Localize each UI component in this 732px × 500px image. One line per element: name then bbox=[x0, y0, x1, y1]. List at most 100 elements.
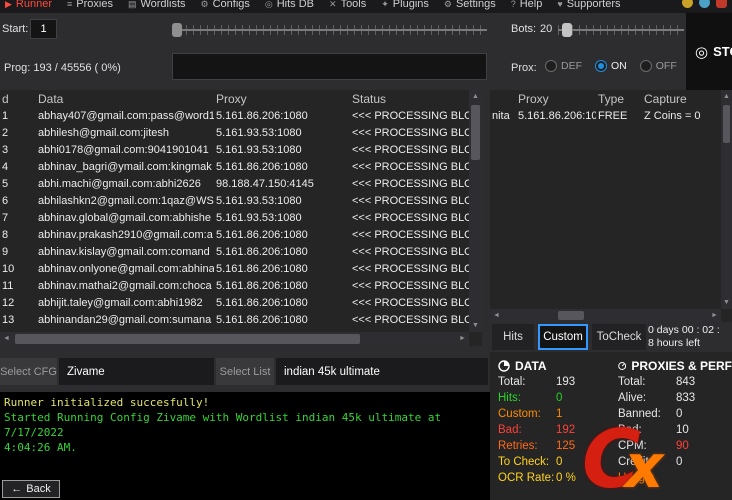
prox-option-label: OFF bbox=[656, 60, 677, 72]
scrollbar-thumb[interactable] bbox=[723, 105, 730, 143]
col-header-type[interactable]: Type bbox=[596, 90, 642, 108]
cell-status: <<< PROCESSING BLOC bbox=[350, 108, 469, 125]
scroll-up-icon[interactable]: ▲ bbox=[721, 90, 732, 103]
table-row[interactable]: 13 abhinandan29@gmail.com:sumana 5.161.8… bbox=[0, 312, 469, 329]
menu-item-proxies[interactable]: ≡ Proxies bbox=[67, 0, 113, 12]
cell-data: abhinav_bagri@ymail.com:kingmak bbox=[36, 159, 214, 176]
menu-item-wordlists[interactable]: ▤ Wordlists bbox=[128, 0, 186, 12]
stop-button[interactable]: ◎ STOP bbox=[686, 13, 732, 90]
horizontal-scrollbar[interactable]: ◄ ► bbox=[0, 332, 469, 346]
prox-option-label: ON bbox=[611, 60, 627, 72]
table-row[interactable]: 1 abhay407@gmail.com:pass@word1 5.161.86… bbox=[0, 108, 469, 125]
scrollbar-thumb[interactable] bbox=[558, 311, 584, 320]
table-row[interactable]: 11 abhinav.mathai2@gmail.com:choca 5.161… bbox=[0, 278, 469, 295]
menu-item-plugins[interactable]: ✦ Plugins bbox=[381, 0, 429, 12]
cell-data: abhilashkn2@gmail.com:1qaz@WS bbox=[36, 193, 214, 210]
horizontal-scrollbar[interactable]: ◄ ► bbox=[490, 309, 721, 322]
cell-proxy: 98.188.47.150:4145 bbox=[214, 176, 350, 193]
menu-item-settings[interactable]: ⚙ Settings bbox=[444, 0, 496, 12]
scroll-down-icon[interactable]: ▼ bbox=[721, 296, 732, 309]
menu-label: Settings bbox=[456, 0, 496, 12]
cell-proxy: 5.161.86.206:1080 bbox=[214, 278, 350, 295]
prox-option-label: DEF bbox=[561, 60, 582, 72]
table-row[interactable]: 4 abhinav_bagri@ymail.com:kingmak 5.161.… bbox=[0, 159, 469, 176]
scroll-right-icon[interactable]: ► bbox=[456, 332, 469, 346]
col-header-proxy[interactable]: Proxy bbox=[214, 90, 350, 108]
scrollbar-thumb[interactable] bbox=[471, 105, 480, 160]
vertical-scrollbar[interactable]: ▲ ▼ bbox=[469, 90, 482, 332]
col-header-capture[interactable]: Capture bbox=[642, 90, 721, 108]
cell-id: 3 bbox=[0, 142, 36, 159]
scroll-down-icon[interactable]: ▼ bbox=[469, 319, 482, 332]
wordlist-name-input[interactable] bbox=[276, 358, 488, 385]
start-input[interactable] bbox=[30, 19, 57, 39]
stat-retries: Retries:125 bbox=[498, 438, 612, 454]
bots-slider[interactable] bbox=[558, 21, 684, 39]
table-row[interactable]: 8 abhinav.prakash2910@gmail.com:a 5.161.… bbox=[0, 227, 469, 244]
col-header-data[interactable]: Data bbox=[36, 90, 214, 108]
scroll-left-icon[interactable]: ◄ bbox=[490, 309, 503, 322]
cell-status: <<< PROCESSING BLOC bbox=[350, 278, 469, 295]
slider-thumb[interactable] bbox=[172, 23, 182, 37]
supporters-icon: ♥ bbox=[557, 0, 562, 12]
help-icon: ? bbox=[511, 0, 516, 12]
table-row[interactable]: 12 abhijit.taley@gmail.com:abhi1982 5.16… bbox=[0, 295, 469, 312]
cell-id: 13 bbox=[0, 312, 36, 329]
scrollbar-thumb[interactable] bbox=[15, 334, 360, 344]
vertical-scrollbar[interactable]: ▲ ▼ bbox=[721, 90, 732, 309]
power-icon[interactable] bbox=[716, 0, 727, 8]
menu-item-configs[interactable]: ⚙ Configs bbox=[201, 0, 250, 12]
table-row[interactable]: 9 abhinav.kislay@gmail.com:comand 5.161.… bbox=[0, 244, 469, 261]
cell-proxy: 5.161.86.206:1080 bbox=[214, 159, 350, 176]
col-header-id[interactable]: d bbox=[0, 90, 36, 108]
slider-track[interactable] bbox=[558, 29, 684, 31]
select-wordlist-button[interactable]: Select List bbox=[216, 358, 274, 385]
slider-track[interactable] bbox=[172, 29, 487, 31]
timer: 0 days 00 : 02 : 8 hours left bbox=[648, 324, 720, 350]
slider-thumb[interactable] bbox=[562, 23, 572, 37]
table-row[interactable]: 6 abhilashkn2@gmail.com:1qaz@WS 5.161.93… bbox=[0, 193, 469, 210]
scrollbar-track[interactable] bbox=[469, 103, 482, 319]
col-header-data-tail[interactable] bbox=[490, 90, 516, 108]
menu-item-tools[interactable]: ✕ Tools bbox=[329, 0, 366, 12]
menu-label: Wordlists bbox=[140, 0, 185, 12]
config-bar: Select CFG Select List bbox=[0, 352, 490, 392]
prox-option-off[interactable]: OFF bbox=[640, 60, 677, 72]
col-header-status[interactable]: Status bbox=[350, 90, 469, 108]
tab-hits[interactable]: Hits bbox=[492, 324, 534, 350]
table-row[interactable]: 10 abhinav.onlyone@gmail.com:abhina 5.16… bbox=[0, 261, 469, 278]
scrollbar-track[interactable] bbox=[503, 309, 708, 322]
menu-item-runner[interactable]: ▶ Runner bbox=[5, 0, 52, 12]
table-row[interactable]: nita 5.161.86.206:1080 FREE Z Coins = 0 bbox=[490, 108, 721, 125]
coin-icon[interactable] bbox=[682, 0, 693, 8]
tab-custom[interactable]: Custom bbox=[538, 324, 588, 350]
stat-credit: Credit:0 bbox=[618, 454, 732, 470]
scrollbar-track[interactable] bbox=[721, 103, 732, 296]
scroll-left-icon[interactable]: ◄ bbox=[0, 332, 13, 346]
table-row[interactable]: 7 abhinav.global@gmail.com:abhishe 5.161… bbox=[0, 210, 469, 227]
col-header-proxy[interactable]: Proxy bbox=[516, 90, 596, 108]
tab-tocheck[interactable]: ToCheck bbox=[592, 324, 646, 350]
scroll-up-icon[interactable]: ▲ bbox=[469, 90, 482, 103]
table-row[interactable]: 5 abhi.machi@gmail.com:abhi2626 98.188.4… bbox=[0, 176, 469, 193]
scroll-right-icon[interactable]: ► bbox=[708, 309, 721, 322]
select-config-button[interactable]: Select CFG bbox=[0, 358, 57, 385]
table-row[interactable]: 2 abhilesh@gmail.com:jitesh 5.161.93.53:… bbox=[0, 125, 469, 142]
config-name-input[interactable] bbox=[59, 358, 214, 385]
table-row[interactable]: 3 abhi0178@gmail.com:9041901041 5.161.93… bbox=[0, 142, 469, 159]
cell-id: 1 bbox=[0, 108, 36, 125]
prox-option-def[interactable]: DEF bbox=[545, 60, 582, 72]
info-icon[interactable] bbox=[699, 0, 710, 8]
menu-label: Hits DB bbox=[277, 0, 314, 12]
menu-item-supporters[interactable]: ♥ Supporters bbox=[557, 0, 620, 12]
start-slider[interactable] bbox=[172, 21, 487, 39]
menu-item-hitsdb[interactable]: ◎ Hits DB bbox=[265, 0, 314, 12]
prox-option-on[interactable]: ON bbox=[595, 60, 627, 72]
back-button[interactable]: ← Back bbox=[2, 480, 60, 498]
cell-id: 2 bbox=[0, 125, 36, 142]
menu-item-help[interactable]: ? Help bbox=[511, 0, 543, 12]
titlebar-icons bbox=[682, 0, 727, 8]
cell-status: <<< PROCESSING BLOC bbox=[350, 176, 469, 193]
timer-remaining: 8 hours left bbox=[648, 337, 720, 350]
scrollbar-track[interactable] bbox=[13, 332, 456, 346]
